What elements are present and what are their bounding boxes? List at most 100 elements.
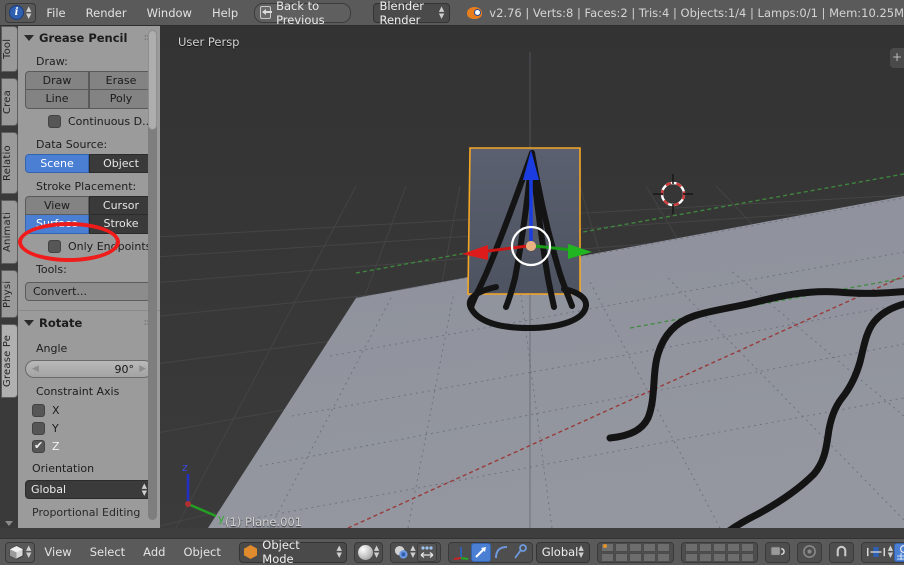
interaction-mode-value: Object Mode	[262, 538, 300, 565]
menu-add[interactable]: Add	[134, 545, 174, 559]
3d-viewport[interactable]: z y User Persp (1) Plane.001 +	[160, 26, 904, 528]
rotate-manipulator-button[interactable]	[470, 542, 491, 562]
triangle-down-icon	[24, 320, 34, 326]
only-endpoints-row[interactable]: Only Endpoints	[18, 234, 160, 256]
npanel-toggle-icon[interactable]: +	[890, 48, 904, 68]
menu-object[interactable]: Object	[174, 545, 229, 559]
snap-element-button[interactable]	[894, 542, 904, 562]
chevron-updown-icon: ▲ ▼	[410, 544, 416, 559]
scale-icon[interactable]	[511, 543, 529, 561]
draw-mode-row-2: Line Poly	[25, 90, 153, 109]
snap-target-icon[interactable]	[801, 544, 818, 560]
3d-view-icon	[9, 544, 24, 560]
manipulator-mode-group[interactable]	[447, 541, 533, 563]
continuous-draw-row[interactable]: Continuous D...	[18, 109, 160, 131]
transform-orientation-dropdown[interactable]: Global ▲ ▼	[535, 541, 590, 563]
chevron-updown-icon: ▲ ▼	[373, 544, 380, 559]
chevron-down-icon[interactable]	[5, 521, 13, 526]
arrows-horizontal-icon	[420, 545, 434, 558]
menu-view[interactable]: View	[35, 545, 80, 559]
only-endpoints-label: Only Endpoints	[68, 240, 152, 253]
editor-type-selector-3dview[interactable]: ▲ ▼	[5, 541, 36, 563]
svg-text:y: y	[218, 512, 225, 525]
manipulator-toggle-button[interactable]	[416, 542, 437, 562]
blender-window: i ▲ ▼ File Render Window Help Back to Pre…	[0, 0, 904, 565]
convert-button[interactable]: Convert...	[25, 282, 153, 301]
placement-surface-button[interactable]: Surface	[25, 215, 89, 234]
data-source-row: Scene Object	[25, 154, 153, 173]
chevron-right-icon[interactable]: ▶	[139, 364, 146, 374]
scene-lock-icon[interactable]	[769, 544, 786, 560]
line-button[interactable]: Line	[25, 90, 89, 109]
magnet-group[interactable]	[828, 541, 854, 563]
axis-z-row[interactable]: Z	[18, 437, 160, 455]
menu-window[interactable]: Window	[137, 0, 202, 26]
continuous-draw-checkbox[interactable]	[48, 115, 61, 128]
poly-button[interactable]: Poly	[89, 90, 153, 109]
only-endpoints-checkbox[interactable]	[48, 240, 61, 253]
axis-y-checkbox[interactable]	[32, 422, 45, 435]
shading-mode-group[interactable]: ▲ ▼	[353, 541, 384, 563]
proportional-group[interactable]: ▲ ▼	[860, 541, 904, 563]
back-to-previous-label: Back to Previous	[276, 0, 325, 27]
orientation-dropdown[interactable]: Global ▲ ▼	[25, 480, 153, 499]
stroke-placement-label: Stroke Placement:	[36, 180, 137, 193]
render-engine-value: Blender Render	[379, 0, 425, 27]
sidebar-item-animation[interactable]: Animati	[1, 200, 18, 264]
layer-grid-secondary[interactable]	[684, 542, 754, 562]
layers-group-2[interactable]	[680, 541, 758, 563]
placement-stroke-button[interactable]: Stroke	[89, 215, 153, 234]
snap-magnet-icon[interactable]	[833, 544, 850, 560]
chevron-updown-icon: ▲ ▼	[578, 544, 584, 559]
shading-sphere-icon[interactable]	[357, 544, 373, 560]
data-source-object-button[interactable]: Object	[89, 154, 153, 173]
interaction-mode-dropdown[interactable]: Object Mode ▲ ▼	[238, 538, 347, 565]
back-to-previous-button[interactable]: Back to Previous	[254, 0, 352, 27]
axis-z-checkbox[interactable]	[32, 439, 45, 453]
panel-scrollbar-thumb[interactable]	[148, 30, 157, 130]
axis-x-row[interactable]: X	[18, 401, 160, 419]
translate-icon[interactable]	[452, 544, 470, 561]
angle-label: Angle	[36, 342, 68, 355]
erase-button[interactable]: Erase	[89, 71, 153, 90]
placement-cursor-button[interactable]: Cursor	[89, 196, 153, 215]
editor-type-selector-info[interactable]: i ▲ ▼	[5, 2, 37, 23]
layers-group-1[interactable]	[596, 541, 674, 563]
snap-group[interactable]	[796, 541, 822, 563]
sidebar-item-tool[interactable]: Tool	[1, 26, 18, 72]
menu-select[interactable]: Select	[81, 545, 134, 559]
toolshelf-panel: Grease Pencil :::: Draw: Draw Erase Line…	[18, 26, 160, 528]
layer-grid-primary[interactable]	[600, 542, 670, 562]
tools-label: Tools:	[36, 263, 67, 276]
sidebar-item-grease-pencil[interactable]: Grease Pe	[1, 324, 18, 398]
render-engine-selector[interactable]: Blender Render ▲ ▼	[373, 0, 451, 27]
sidebar-item-physics[interactable]: Physi	[1, 270, 18, 318]
sidebar-item-relations[interactable]: Relatio	[1, 132, 18, 194]
lock-scene-group[interactable]	[764, 541, 790, 563]
chevron-left-icon[interactable]: ◀	[32, 364, 39, 374]
draw-button[interactable]: Draw	[25, 71, 89, 90]
info-icon: i	[9, 5, 24, 20]
placement-view-button[interactable]: View	[25, 196, 89, 215]
pivot-point-group[interactable]: ▲ ▼	[390, 541, 441, 563]
menu-help[interactable]: Help	[202, 0, 248, 26]
viewport-header-bar: ▲ ▼ View Select Add Object Object Mode ▲ ▼…	[0, 538, 904, 565]
grease-pencil-panel-header[interactable]: Grease Pencil ::::	[18, 26, 160, 48]
rotate-panel-header[interactable]: Rotate ::::	[18, 311, 160, 333]
proportional-falloff-icon[interactable]	[865, 544, 887, 560]
blender-logo-icon	[466, 4, 483, 21]
constraint-axis-label: Constraint Axis	[36, 385, 120, 398]
axis-x-checkbox[interactable]	[32, 404, 45, 417]
axis-y-row[interactable]: Y	[18, 419, 160, 437]
pivot-icon[interactable]	[394, 545, 409, 560]
chevron-updown-icon: ▲ ▼	[26, 4, 32, 20]
scale-arc-icon[interactable]	[492, 544, 510, 561]
menu-render[interactable]: Render	[76, 0, 137, 26]
menu-file[interactable]: File	[36, 0, 75, 26]
data-source-scene-button[interactable]: Scene	[25, 154, 89, 173]
sidebar-item-create[interactable]: Crea	[1, 78, 18, 126]
back-arrow-icon	[260, 6, 273, 19]
angle-slider[interactable]: ◀ 90° ▶	[25, 360, 153, 378]
data-source-label: Data Source:	[36, 138, 108, 151]
triangle-down-icon	[24, 35, 34, 41]
